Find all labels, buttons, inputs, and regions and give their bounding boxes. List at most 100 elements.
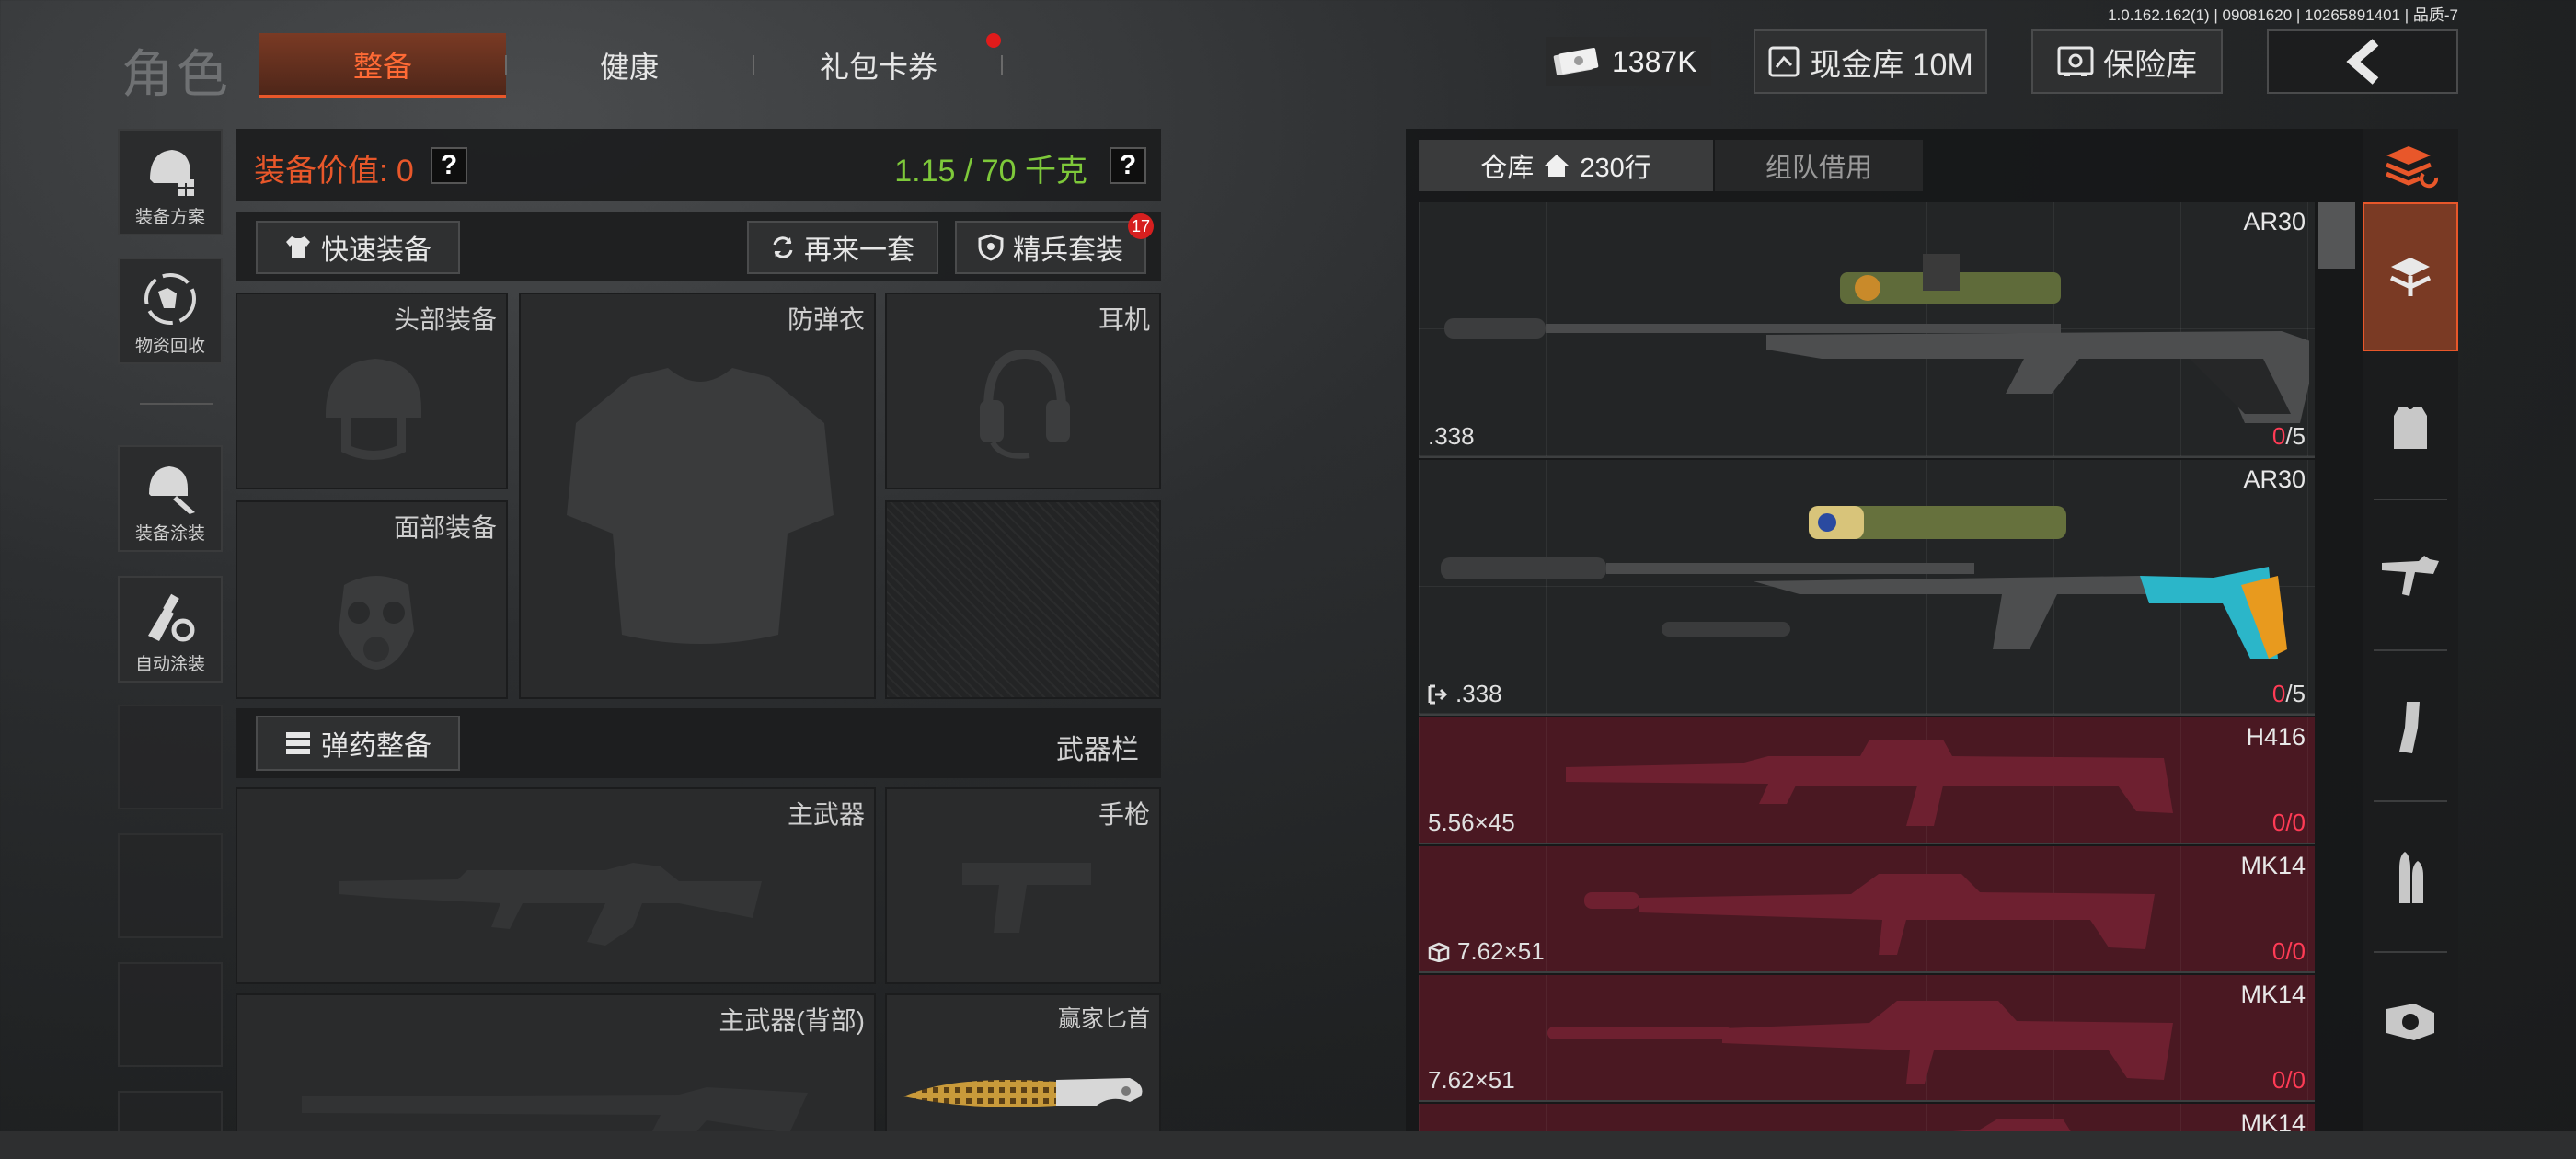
- weight-display: 1.15 / 70 千克: [894, 154, 1087, 189]
- value-help-button[interactable]: ?: [431, 147, 467, 184]
- item-durability: 0/5: [2272, 680, 2306, 708]
- vest-icon: [567, 368, 834, 644]
- tab-all[interactable]: [2363, 134, 2458, 199]
- page-title: 角色: [121, 45, 232, 103]
- ammo-bar: 弹药整备 武器栏: [236, 708, 1161, 778]
- storage-item[interactable]: MK14 7.62×51 0/0: [1419, 975, 2315, 1102]
- recycle-button[interactable]: 物资回收: [118, 258, 223, 364]
- face-gear-slot[interactable]: 面部装备: [236, 500, 508, 699]
- melee-label: 赢家匕首: [1057, 1006, 1150, 1032]
- locked-slot: [885, 500, 1161, 699]
- elite-kit-badge: 17: [1128, 213, 1154, 239]
- equipment-paint-label: 装备涂装: [134, 524, 205, 544]
- all-stack-icon: [2386, 146, 2438, 189]
- again-label: 再来一套: [804, 235, 914, 266]
- storage-item[interactable]: AR30 .338 0/5: [1419, 202, 2315, 458]
- magazine-icon: [2399, 702, 2420, 753]
- durability-max: /5: [2285, 680, 2306, 707]
- ammo-icon: [286, 732, 310, 754]
- durability-max: /0: [2285, 937, 2306, 965]
- quick-equip-label: 快速装备: [321, 235, 431, 266]
- exit-icon: [1428, 684, 1448, 704]
- durability-max: /0: [2285, 809, 2306, 836]
- primary-weapon-slot[interactable]: 主武器: [236, 787, 876, 984]
- storage-tab[interactable]: 仓库 230行: [1419, 140, 1713, 191]
- loadout-plan-button[interactable]: 装备方案: [118, 129, 223, 235]
- shirt-icon: [286, 236, 310, 258]
- tab-armor[interactable]: [2363, 361, 2458, 495]
- ammo-prep-button[interactable]: 弹药整备: [256, 716, 460, 771]
- auto-paint-label: 自动涂装: [134, 655, 205, 674]
- safe-icon: [2057, 46, 2094, 76]
- back-button[interactable]: [2267, 29, 2458, 94]
- primary-weapon-label: 主武器: [787, 800, 865, 829]
- auto-paint-button[interactable]: 自动涂装: [118, 576, 223, 683]
- item-caliber: 7.62×51: [1428, 1066, 1515, 1094]
- empty-sidebar-slot: [118, 962, 223, 1067]
- item-durability: 0/0: [2272, 1066, 2306, 1095]
- face-gear-label: 面部装备: [393, 513, 497, 542]
- sidebar-divider: [140, 403, 213, 405]
- cash-vault-label: 现金库 10M: [1810, 47, 1973, 83]
- item-durability: 0/5: [2272, 422, 2306, 451]
- tab-loadout[interactable]: 整备: [259, 33, 506, 98]
- weight-help-button[interactable]: ?: [1110, 147, 1146, 184]
- elite-kit-label: 精兵套装: [1013, 235, 1123, 266]
- vest-icon: [2394, 407, 2427, 449]
- tab-divider: [753, 55, 754, 75]
- tab-gift-coupons[interactable]: 礼包卡券: [764, 33, 994, 98]
- tab-attachments[interactable]: [2363, 958, 2458, 1087]
- storage-tab-label: 仓库: [1480, 154, 1535, 183]
- again-button[interactable]: 再来一套: [747, 221, 938, 274]
- item-caliber-row: .338: [1428, 680, 1502, 708]
- equipment-paint-button[interactable]: 装备涂装: [118, 445, 223, 552]
- item-caliber: 5.56×45: [1428, 809, 1515, 836]
- storage-item[interactable]: MK14 7.62×51 0/0: [1419, 846, 2315, 973]
- tab-separator: [2374, 800, 2447, 802]
- tab-separator: [2374, 649, 2447, 651]
- item-caliber: 7.62×51: [1457, 937, 1545, 965]
- storage-item[interactable]: H416 5.56×45 0/0: [1419, 717, 2315, 844]
- assault-rifle-icon: [339, 863, 762, 946]
- safe-button[interactable]: 保险库: [2031, 29, 2223, 94]
- team-borrow-tab[interactable]: 组队借用: [1715, 140, 1923, 191]
- bottom-bar: [0, 1131, 2576, 1159]
- refresh-icon: [773, 236, 793, 258]
- tab-storage-category[interactable]: [2363, 202, 2458, 351]
- body-armor-slot[interactable]: 防弹衣: [519, 293, 876, 699]
- tab-separator: [2374, 951, 2447, 953]
- helmet-plan-icon: [150, 150, 194, 196]
- tab-ammo[interactable]: [2363, 808, 2458, 949]
- durability-max: /0: [2285, 1066, 2306, 1094]
- headset-slot[interactable]: 耳机: [885, 293, 1161, 489]
- helmet-icon: [326, 359, 421, 460]
- storage-scrollbar[interactable]: [2318, 202, 2355, 269]
- equipment-value: 装备价值: 0: [254, 154, 414, 189]
- marksman-rifle-icon: [1584, 874, 2155, 955]
- item-caliber: .338: [1455, 680, 1502, 707]
- storage-item[interactable]: AR30 .338 0/5: [1419, 460, 2315, 716]
- recycle-label: 物资回收: [134, 337, 205, 356]
- ammo-prep-label: 弹药整备: [321, 731, 431, 762]
- empty-sidebar-slot: [118, 705, 223, 809]
- storage-rows: 230行: [1580, 154, 1651, 183]
- headset-icon: [980, 349, 1070, 459]
- tab-weapons[interactable]: [2363, 506, 2458, 648]
- pistol-icon: [962, 863, 1091, 933]
- weight-help-label: ?: [1119, 150, 1137, 180]
- elite-kit-button[interactable]: 精兵套装: [955, 221, 1146, 274]
- durability-current: 0: [2271, 680, 2286, 707]
- primary-back-label: 主武器(背部): [719, 1006, 865, 1035]
- tab-separator: [2374, 499, 2447, 500]
- money-icon: [1553, 48, 1599, 75]
- head-gear-slot[interactable]: 头部装备: [236, 293, 508, 489]
- durability-current: 0: [2271, 422, 2286, 450]
- quick-equip-button[interactable]: 快速装备: [256, 221, 460, 274]
- gas-mask-icon: [339, 576, 414, 670]
- recycle-icon: [144, 273, 196, 325]
- pistol-slot[interactable]: 手枪: [885, 787, 1161, 984]
- tab-health[interactable]: 健康: [515, 33, 743, 98]
- cash-vault-button[interactable]: 现金库 10M: [1754, 29, 1987, 94]
- tab-magazines[interactable]: [2363, 657, 2458, 798]
- item-name: H416: [2246, 723, 2306, 751]
